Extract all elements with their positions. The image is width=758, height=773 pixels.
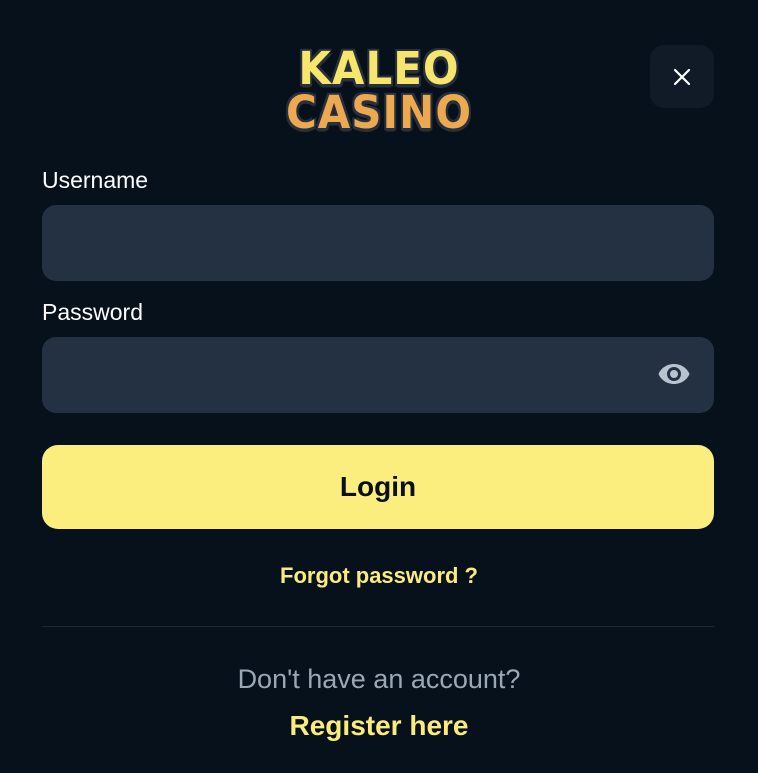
close-button[interactable]	[650, 45, 714, 108]
logo-line2: CASINO	[285, 85, 473, 139]
show-password-toggle[interactable]	[656, 362, 692, 390]
kaleo-casino-logo: KALEO CASINO	[285, 41, 473, 139]
username-label: Username	[42, 167, 149, 193]
login-button[interactable]: Login	[42, 445, 714, 529]
username-input[interactable]	[42, 205, 714, 281]
no-account-text: Don't have an account?	[237, 664, 521, 694]
login-modal: KALEO CASINO Username Password Login For…	[0, 0, 758, 773]
eye-icon	[657, 362, 691, 391]
register-link[interactable]: Register here	[0, 710, 758, 742]
close-icon	[673, 68, 691, 86]
forgot-password-link[interactable]: Forgot password ?	[0, 563, 758, 589]
password-input[interactable]	[42, 337, 714, 413]
logo-line1: KALEO	[298, 41, 460, 95]
divider	[42, 626, 714, 627]
password-label: Password	[42, 299, 143, 325]
